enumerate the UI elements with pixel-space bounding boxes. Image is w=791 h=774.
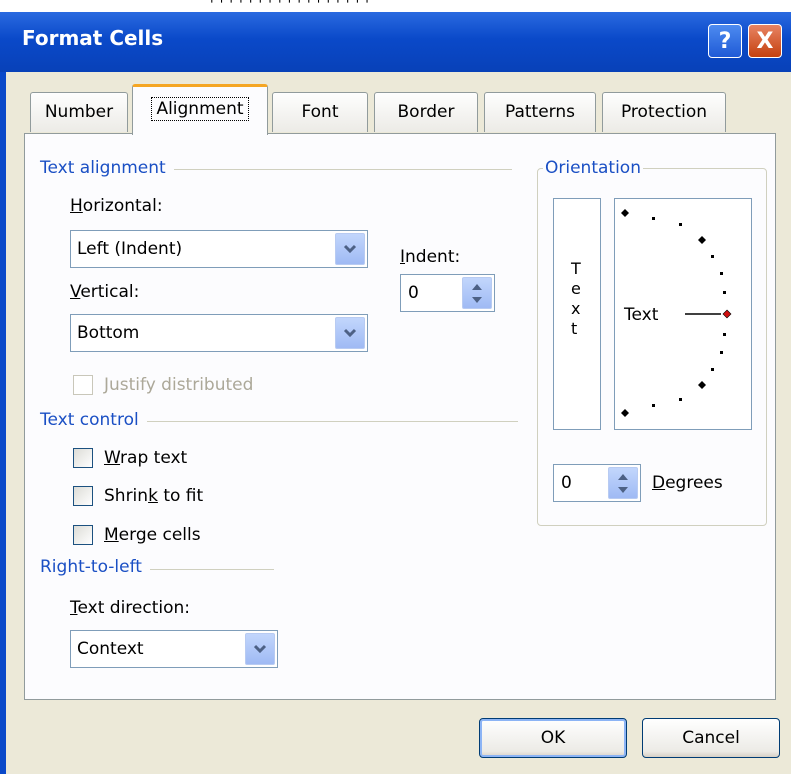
shrink-to-fit-label: Shrink to fit xyxy=(104,486,204,506)
tab-font[interactable]: Font xyxy=(272,92,368,132)
dialog-title: Format Cells xyxy=(22,26,164,50)
tab-border-label: Border xyxy=(397,102,455,122)
tab-number[interactable]: Number xyxy=(30,92,128,132)
tab-protection[interactable]: Protection xyxy=(602,92,726,132)
wrap-text-label: Wrap text xyxy=(104,448,188,468)
chevron-down-icon[interactable] xyxy=(245,633,275,665)
degrees-value: 0 xyxy=(561,473,572,493)
degrees-spinner[interactable]: 0 xyxy=(553,464,641,502)
tab-patterns[interactable]: Patterns xyxy=(484,92,596,132)
window-left-border xyxy=(0,72,6,774)
vertical-text-letter: e xyxy=(571,279,581,298)
tab-alignment-label: Alignment xyxy=(151,97,249,121)
cancel-button[interactable]: Cancel xyxy=(642,718,780,758)
merge-cells-label: Merge cells xyxy=(104,525,201,545)
tab-font-label: Font xyxy=(301,102,339,122)
shrink-to-fit-checkbox[interactable] xyxy=(73,486,93,506)
spinner-arrows-icon[interactable] xyxy=(608,467,638,499)
horizontal-dropdown[interactable]: Left (Indent) xyxy=(70,230,368,268)
chevron-down-icon[interactable] xyxy=(335,233,365,265)
indent-label: Indent: xyxy=(400,247,461,267)
indent-spinner[interactable]: 0 xyxy=(400,274,495,312)
tab-protection-label: Protection xyxy=(620,102,707,122)
ok-button[interactable]: OK xyxy=(479,718,627,758)
title-bar[interactable]: Format Cells ? X xyxy=(0,12,791,72)
tab-patterns-label: Patterns xyxy=(504,102,576,122)
justify-distributed-label: Justify distributed xyxy=(104,375,254,395)
help-button[interactable]: ? xyxy=(708,24,742,58)
vertical-text-letter: T xyxy=(571,259,581,278)
vertical-text-button[interactable]: T e x t xyxy=(553,198,601,430)
text-direction-label: Text direction: xyxy=(70,598,191,618)
degrees-label: Degrees xyxy=(652,473,723,493)
text-alignment-section-label: Text alignment xyxy=(40,158,174,178)
format-cells-dialog: Format Cells ? X Number Alignment Font B… xyxy=(0,12,791,774)
spinner-arrows-icon[interactable] xyxy=(462,277,492,309)
chevron-down-icon[interactable] xyxy=(335,317,365,349)
wrap-text-checkbox[interactable] xyxy=(73,448,93,468)
indent-value: 0 xyxy=(408,283,419,303)
horizontal-dropdown-value: Left (Indent) xyxy=(77,239,183,259)
right-to-left-section-label: Right-to-left xyxy=(40,557,150,577)
vertical-dropdown-value: Bottom xyxy=(77,323,140,343)
vertical-label: Vertical: xyxy=(70,282,140,302)
justify-distributed-checkbox[interactable] xyxy=(73,375,93,395)
tab-number-label: Number xyxy=(44,102,114,122)
vertical-text-letter: t xyxy=(571,319,578,338)
horizontal-label: Horizontal: xyxy=(70,196,163,216)
vertical-text-letter: x xyxy=(571,299,581,318)
tab-border[interactable]: Border xyxy=(374,92,478,132)
tab-alignment[interactable]: Alignment xyxy=(132,84,268,135)
merge-cells-checkbox[interactable] xyxy=(73,525,93,545)
text-direction-dropdown[interactable]: Context xyxy=(70,630,278,668)
vertical-dropdown[interactable]: Bottom xyxy=(70,314,368,352)
orientation-dial[interactable]: Text xyxy=(614,198,752,430)
close-button[interactable]: X xyxy=(748,24,782,58)
orientation-section-label: Orientation xyxy=(543,158,643,178)
orientation-dial-marks xyxy=(621,209,732,417)
text-direction-value: Context xyxy=(77,639,144,659)
text-control-section-label: Text control xyxy=(40,410,147,430)
